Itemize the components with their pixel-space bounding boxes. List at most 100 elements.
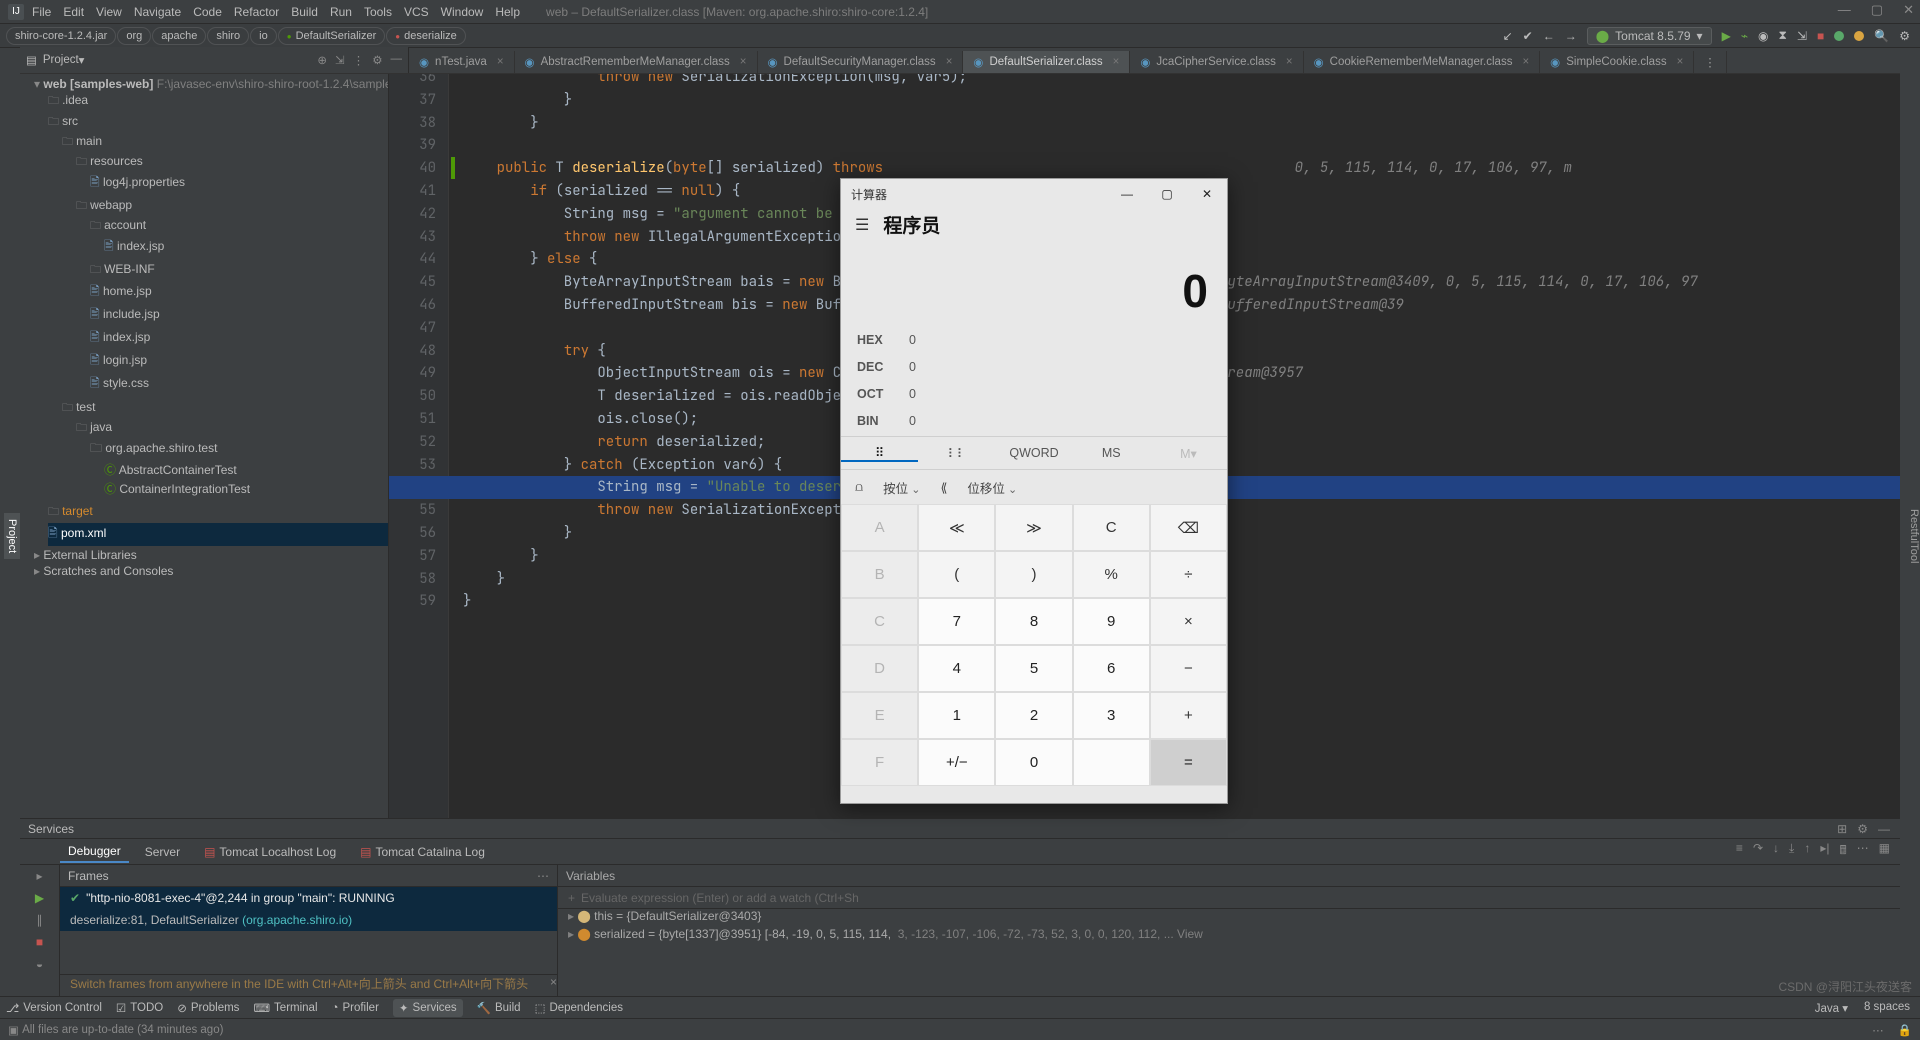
calc-bitwise[interactable]: 按位 <box>883 478 920 497</box>
calc-bits-tab[interactable]: ⠇⠇ <box>918 446 995 461</box>
tree-test[interactable]: test java org.apache.shiro.test Abstract… <box>62 398 388 501</box>
key-f[interactable]: F <box>841 739 918 786</box>
evaluate-icon[interactable]: 🖩 <box>1839 841 1846 862</box>
tab-2[interactable]: ◉DefaultSecurityManager.class× <box>758 51 964 73</box>
step-over-icon[interactable]: ↷ <box>1753 841 1763 862</box>
key-rr[interactable]: ≫ <box>995 504 1072 551</box>
tree-act[interactable]: AbstractContainerTest <box>104 460 388 479</box>
sb-services[interactable]: ✦ Services <box>393 999 463 1017</box>
settings-icon[interactable]: ⚙ <box>1899 29 1910 43</box>
key-a[interactable]: A <box>841 504 918 551</box>
tree-include[interactable]: include.jsp <box>90 304 388 327</box>
sb-todo[interactable]: ☑ TODO <box>116 1001 163 1015</box>
close-icon[interactable]: ✕ <box>1903 2 1914 18</box>
svc-hide-icon[interactable]: — <box>1878 822 1890 836</box>
maximize-icon[interactable]: ▢ <box>1871 2 1883 18</box>
tab-close-icon[interactable]: × <box>1286 56 1293 68</box>
svc-settings-icon[interactable]: ⚙ <box>1857 822 1868 836</box>
debug-button[interactable]: ⌁ <box>1741 29 1748 43</box>
crumb-org[interactable]: org <box>117 27 151 45</box>
calc-keypad-tab[interactable]: ⠿ <box>841 445 918 462</box>
base-hex[interactable]: HEX0 <box>857 326 1211 353</box>
menu-run[interactable]: Run <box>330 5 352 19</box>
calc-hamburger-icon[interactable]: ☰ <box>855 215 869 235</box>
tree-external[interactable]: External Libraries <box>34 547 388 563</box>
tree-pkg[interactable]: org.apache.shiro.test AbstractContainerT… <box>90 438 388 499</box>
threads-icon[interactable]: ≡ <box>1736 841 1743 862</box>
key-dot[interactable] <box>1073 739 1150 786</box>
encoding-indicator[interactable]: ⋯ <box>1872 1023 1884 1037</box>
tree-hide-icon[interactable]: — <box>391 53 403 67</box>
crumb-io[interactable]: io <box>250 27 277 45</box>
vcs-commit-icon[interactable]: ✔ <box>1523 29 1533 43</box>
step-into-icon[interactable]: ↓ <box>1773 841 1779 862</box>
key-minus[interactable]: − <box>1150 645 1227 692</box>
run-configuration[interactable]: ⬤ Tomcat 8.5.79 ▾ <box>1587 27 1712 45</box>
tree-webinf[interactable]: WEB-INF <box>90 260 388 281</box>
pause-button[interactable]: ∥ <box>37 913 43 927</box>
sb-profiler[interactable]: ◔ Profiler <box>332 1002 379 1014</box>
search-icon[interactable]: 🔍 <box>1874 29 1889 43</box>
key-3[interactable]: 3 <box>1073 692 1150 739</box>
key-rparen[interactable]: ) <box>995 551 1072 598</box>
sb-version-control[interactable]: ⎇ Version Control <box>6 1001 102 1015</box>
menu-window[interactable]: Window <box>441 5 484 19</box>
status-bg-icon[interactable]: ▣ <box>8 1023 19 1037</box>
menu-code[interactable]: Code <box>193 5 222 19</box>
vcs-update-icon[interactable]: ↙ <box>1503 29 1513 43</box>
more-icon[interactable]: ⋯ <box>1857 841 1869 862</box>
menu-refactor[interactable]: Refactor <box>234 5 279 19</box>
git-orange-dot[interactable] <box>1854 31 1864 41</box>
attach-button[interactable]: ⇲ <box>1797 29 1807 43</box>
vcs-back-icon[interactable]: ← <box>1543 29 1555 43</box>
step-out-icon[interactable]: ↑ <box>1804 841 1810 862</box>
calc-maximize-icon[interactable]: ▢ <box>1147 187 1187 201</box>
svc-tree-icon[interactable]: ▸ <box>36 869 42 883</box>
sb-problems[interactable]: ⊘ Problems <box>177 1001 239 1015</box>
key-percent[interactable]: % <box>1073 551 1150 598</box>
menu-navigate[interactable]: Navigate <box>134 5 181 19</box>
tree-login[interactable]: login.jsp <box>90 350 388 373</box>
tree-index2[interactable]: index.jsp <box>90 327 388 350</box>
crumb-jar[interactable]: shiro-core-1.2.4.jar <box>6 27 116 45</box>
evaluate-input[interactable]: +Evaluate expression (Enter) or add a wa… <box>558 887 1900 909</box>
key-clear[interactable]: C <box>1073 504 1150 551</box>
vcs-forward-icon[interactable]: → <box>1565 29 1577 43</box>
tree-cit[interactable]: ContainerIntegrationTest <box>104 479 388 498</box>
crumb-method[interactable]: deserialize <box>386 27 465 45</box>
menu-view[interactable]: View <box>96 5 122 19</box>
menu-vcs[interactable]: VCS <box>404 5 429 19</box>
tab-3[interactable]: ◉DefaultSerializer.class× <box>963 51 1130 73</box>
svc-gear-icon[interactable]: ⊞ <box>1837 822 1847 836</box>
tab-6[interactable]: ◉SimpleCookie.class× <box>1540 51 1694 73</box>
tree-java[interactable]: java org.apache.shiro.test AbstractConta… <box>76 418 388 500</box>
sb-terminal[interactable]: ⌨ Terminal <box>253 1001 317 1015</box>
key-6[interactable]: 6 <box>1073 645 1150 692</box>
tab-close-icon[interactable]: × <box>946 56 953 68</box>
tab-overflow[interactable]: ⋮ <box>1694 51 1727 73</box>
sb-build[interactable]: 🔨 Build <box>477 1001 521 1015</box>
tab-1[interactable]: ◉AbstractRememberMeManager.class× <box>515 51 758 73</box>
tab-close-icon[interactable]: × <box>740 56 747 68</box>
base-oct[interactable]: OCT0 <box>857 380 1211 407</box>
force-step-icon[interactable]: ⤓ <box>1789 841 1794 862</box>
view-breakpoints-icon[interactable]: ◒ <box>36 957 43 971</box>
svc-tab-catalina-log[interactable]: ▤Tomcat Catalina Log <box>352 842 493 862</box>
tree-collapse-icon[interactable]: ⋮ <box>353 53 365 67</box>
tree-target[interactable]: target <box>48 502 388 523</box>
tree-scratches[interactable]: Scratches and Consoles <box>34 563 388 579</box>
stop-button[interactable]: ■ <box>1817 29 1824 43</box>
tree-log4j[interactable]: log4j.properties <box>90 172 388 195</box>
calc-qword[interactable]: QWORD <box>995 446 1072 460</box>
stop2-button[interactable]: ■ <box>36 935 43 949</box>
key-9[interactable]: 9 <box>1073 598 1150 645</box>
calc-minimize-icon[interactable]: — <box>1107 187 1147 201</box>
key-backspace[interactable]: ⌫ <box>1150 504 1227 551</box>
crumb-class[interactable]: DefaultSerializer <box>278 27 386 45</box>
thread-row[interactable]: ✔ "http-nio-8081-exec-4"@2,244 in group … <box>60 887 557 909</box>
calc-close-icon[interactable]: ✕ <box>1187 187 1227 201</box>
indent-indicator[interactable]: 8 spaces <box>1864 1001 1910 1015</box>
key-multiply[interactable]: × <box>1150 598 1227 645</box>
frames-more-icon[interactable]: ⋯ <box>537 869 549 883</box>
key-2[interactable]: 2 <box>995 692 1072 739</box>
